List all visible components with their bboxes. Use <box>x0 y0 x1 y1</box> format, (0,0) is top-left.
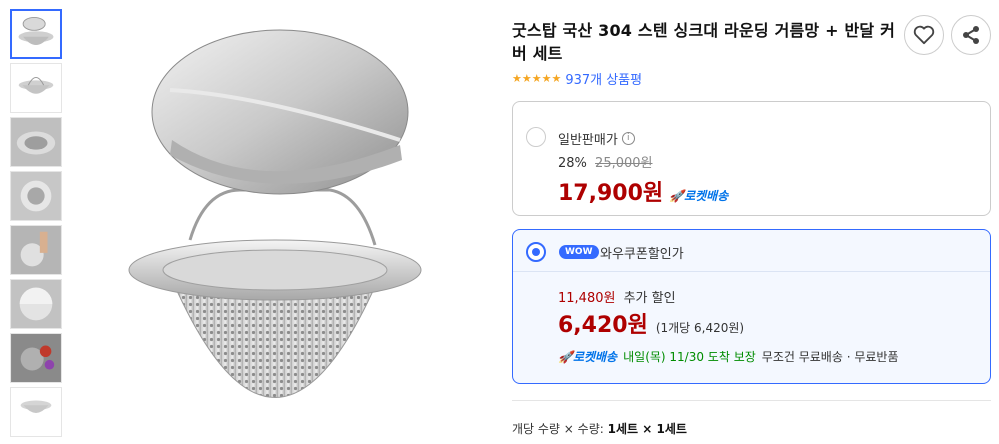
wishlist-button[interactable] <box>904 15 944 55</box>
arrival-guarantee: 내일(목) 11/30 도착 보장 <box>623 350 756 364</box>
review-count-link[interactable]: 937개 상품평 <box>565 69 642 88</box>
thumbnail-3[interactable] <box>10 117 62 167</box>
wow-rocket-delivery-badge: 🚀로켓배송 <box>558 350 618 364</box>
info-icon[interactable]: i <box>621 132 635 145</box>
regular-price-label: 일반판매가 <box>558 133 618 148</box>
wow-price-label: 와우쿠폰할인가 <box>600 247 684 262</box>
product-title: 굿스탑 국산 304 스텐 싱크대 라운딩 거름망 + 반달 커버 세트 <box>512 21 896 63</box>
wow-price-option[interactable]: WOW 와우쿠폰할인가 11,480원 추가 할인 6,420원 (1개당 6,… <box>512 229 991 384</box>
thumbnail-7[interactable] <box>10 333 62 383</box>
thumbnail-8[interactable] <box>10 387 62 437</box>
unit-price: (1개당 6,420원) <box>655 321 745 335</box>
thumbnail-2[interactable] <box>10 63 62 113</box>
regular-price-row: 17,900원 🚀로켓배송 <box>558 175 728 207</box>
wow-price-radio[interactable] <box>526 242 546 262</box>
quantity-row: 개당 수량 × 수량: 1세트 × 1세트 <box>512 420 687 437</box>
quantity-prefix: 개당 수량 × 수량: <box>512 422 604 436</box>
thumbnail-1[interactable] <box>10 9 62 59</box>
sink-strainer-illustration <box>128 29 422 398</box>
regular-price-radio[interactable] <box>526 127 546 147</box>
quantity-value: 1세트 × 1세트 <box>607 422 687 436</box>
rating-row: ★★★★★ 937개 상품평 <box>512 69 642 88</box>
thumbnail-6[interactable] <box>10 279 62 329</box>
heart-icon <box>913 25 935 45</box>
discount-rate: 28% <box>558 156 587 171</box>
main-product-image <box>110 0 440 444</box>
regular-price-label-row: 일반판매가 i <box>558 129 635 148</box>
regular-price-option[interactable]: 일반판매가 i 28% 25,000원 17,900원 🚀로켓배송 <box>512 101 991 216</box>
wow-badge: WOW <box>559 245 599 259</box>
rocket-delivery-badge: 🚀로켓배송 <box>669 189 729 203</box>
wow-price-header: WOW 와우쿠폰할인가 <box>513 230 990 272</box>
extra-discount-amount: 11,480원 <box>558 291 616 306</box>
thumbnail-4[interactable] <box>10 171 62 221</box>
extra-discount-row: 11,480원 추가 할인 <box>558 287 676 306</box>
regular-sale-price: 17,900원 <box>558 181 664 206</box>
delivery-benefits: 무조건 무료배송 · 무료반품 <box>761 350 899 364</box>
thumbnail-list <box>10 9 62 441</box>
delivery-row: 🚀로켓배송 내일(목) 11/30 도착 보장 무조건 무료배송 · 무료반품 <box>558 348 898 365</box>
original-price: 25,000원 <box>595 156 653 171</box>
wow-price-row: 6,420원 (1개당 6,420원) <box>558 307 744 339</box>
wow-sale-price: 6,420원 <box>558 313 648 338</box>
discount-row: 28% 25,000원 <box>558 152 653 171</box>
divider <box>512 400 991 401</box>
share-icon <box>963 26 979 44</box>
rating-stars: ★★★★★ <box>512 72 562 85</box>
share-button[interactable] <box>951 15 991 55</box>
thumbnail-5[interactable] <box>10 225 62 275</box>
extra-discount-label: 추가 할인 <box>623 291 676 306</box>
